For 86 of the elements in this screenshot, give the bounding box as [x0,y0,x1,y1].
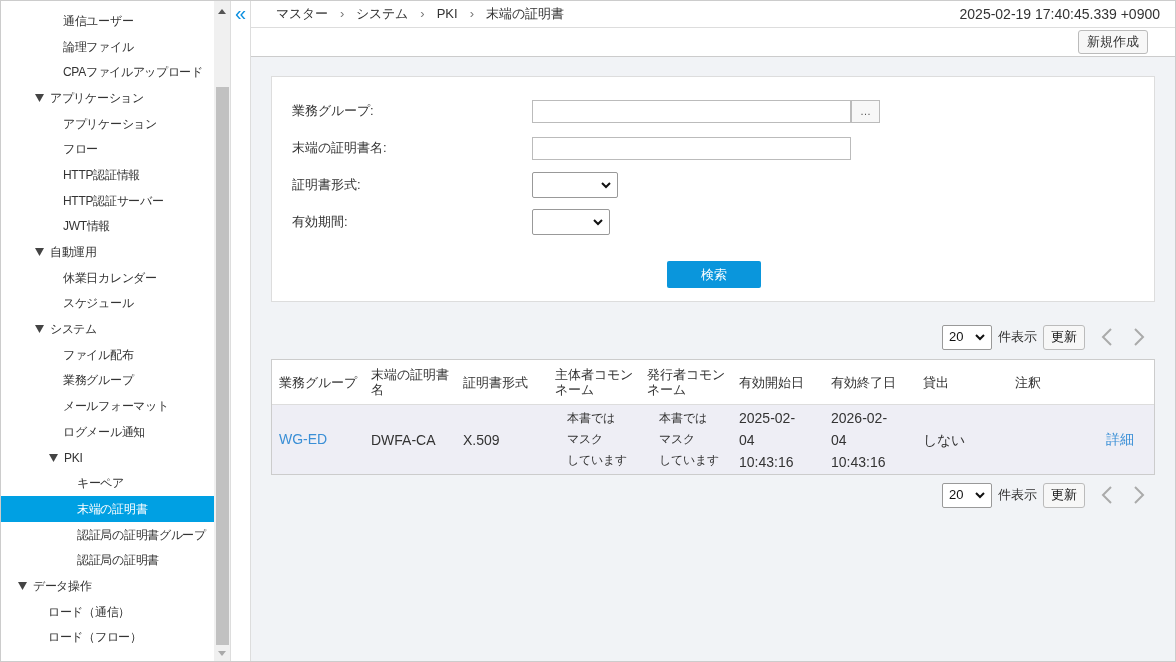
refresh-button[interactable]: 更新 [1043,482,1085,508]
table-cell-line: マスク [659,431,696,448]
dropdown-caret-icon [601,181,611,189]
per-page-label: 件表示 [998,328,1037,347]
column-header: 有効開始日 [739,374,805,390]
tree-item[interactable]: 業務グループ [1,367,214,394]
tree-item[interactable]: ファイル配布 [1,341,214,368]
scrollbar-thumb[interactable] [215,87,229,645]
next-page-icon[interactable] [1133,328,1145,346]
column-header: 貸出 [923,374,950,390]
column-header: 発行者コモンネーム [647,367,726,397]
tree-item[interactable]: フロー [1,136,214,163]
column-header: 注釈 [1015,374,1042,390]
tree-group-label[interactable]: データ操作 [33,576,92,595]
tree-item[interactable]: メールフォーマット [1,393,214,419]
browse-button[interactable]: … [851,99,880,123]
page-size-dropdown[interactable]: 20 [942,324,992,350]
timestamp: 2025-02-19 17:40:45.339 +0900 [959,4,1160,24]
expanded-toggle-icon[interactable] [35,248,44,257]
table-cell-line: 本書では [567,410,616,427]
table-cell-line: しています [659,452,720,469]
scroll-up-icon[interactable] [218,9,226,14]
scroll-down-icon[interactable] [218,651,226,656]
input-field[interactable] [532,99,851,123]
tree-item[interactable]: 認証局の証明書 [1,547,214,574]
previous-page-icon[interactable] [1101,328,1113,346]
tree-group-label[interactable]: アプリケーション [50,88,144,107]
tree-item[interactable]: ロード（通信） [1,598,214,625]
breadcrumb-separator: › [340,5,345,24]
tree-item[interactable]: 論理ファイル [1,33,214,60]
expanded-toggle-icon[interactable] [35,325,44,334]
tree-item[interactable]: 認証局の証明書グループ [1,521,214,548]
tree-item[interactable]: 通信ユーザー [1,8,214,34]
table-cell-text: DWFA-CA [371,430,437,450]
dropdown-caret-icon [593,218,603,226]
breadcrumb-item[interactable]: 末端の証明書 [486,4,564,24]
dropdown[interactable] [532,209,610,235]
column-header: 末端の証明書名 [371,367,450,397]
breadcrumb-separator: › [469,5,474,24]
refresh-button[interactable]: 更新 [1043,324,1085,350]
scrollbar[interactable] [214,1,230,661]
tree-group-label[interactable]: 自動運用 [50,243,97,262]
field-label: 証明書形式: [292,176,362,195]
breadcrumb-item[interactable]: マスター [276,4,328,24]
column-header: 主体者コモンネーム [555,367,634,397]
tree-item[interactable]: アプリケーション [1,110,214,137]
tree-item[interactable]: CPAファイルアップロード [1,59,214,86]
column-header: 業務グループ [279,374,359,390]
table-cell-line: しています [567,452,628,469]
table-cell-text: 2026-02- 04 10:43:16 [831,408,889,472]
tree-item[interactable]: HTTP認証情報 [1,162,214,188]
tree-group-label[interactable]: システム [50,320,97,339]
tree-item[interactable]: HTTP認証サーバー [1,187,214,214]
table-cell-text: しない [923,430,966,450]
table-cell-line: マスク [567,431,604,448]
table-cell-text: X.509 [463,430,501,450]
tree-item[interactable]: ログメール通知 [1,419,214,445]
dropdown[interactable] [532,172,618,198]
column-header: 証明書形式 [463,374,529,390]
expanded-toggle-icon[interactable] [18,581,27,590]
new-button[interactable]: 新規作成 [1078,30,1148,54]
breadcrumb-separator: › [420,5,425,24]
tree-item[interactable]: キーペア [1,470,214,497]
dropdown-caret-icon [975,491,985,499]
breadcrumb-item[interactable]: システム [356,4,409,24]
field-label: 業務グループ: [292,102,375,121]
previous-page-icon[interactable] [1101,486,1113,504]
expanded-toggle-icon[interactable] [35,93,44,102]
dropdown-caret-icon [975,333,985,341]
field-label: 有効期間: [292,213,349,232]
expanded-toggle-icon[interactable] [49,453,58,462]
table-cell-text: 2025-02- 04 10:43:16 [739,408,797,472]
page-size-dropdown[interactable]: 20 [942,482,992,508]
collapse-button[interactable]: « [234,1,247,25]
tree-item[interactable]: ロード（フロー） [1,624,214,651]
tree-item[interactable]: スケジュール [1,290,214,317]
tree-item[interactable]: JWT情報 [1,213,214,240]
per-page-label: 件表示 [998,486,1037,505]
breadcrumb-item[interactable]: PKI [436,4,458,24]
tree-group-label[interactable]: PKI [64,448,83,467]
field-label: 末端の証明書名: [292,139,388,158]
input-field[interactable] [532,136,851,160]
tree-item[interactable]: 休業日カレンダー [1,264,214,291]
next-page-icon[interactable] [1133,486,1145,504]
table-cell-line: 本書では [659,410,708,427]
column-header: 有効終了日 [831,374,897,390]
